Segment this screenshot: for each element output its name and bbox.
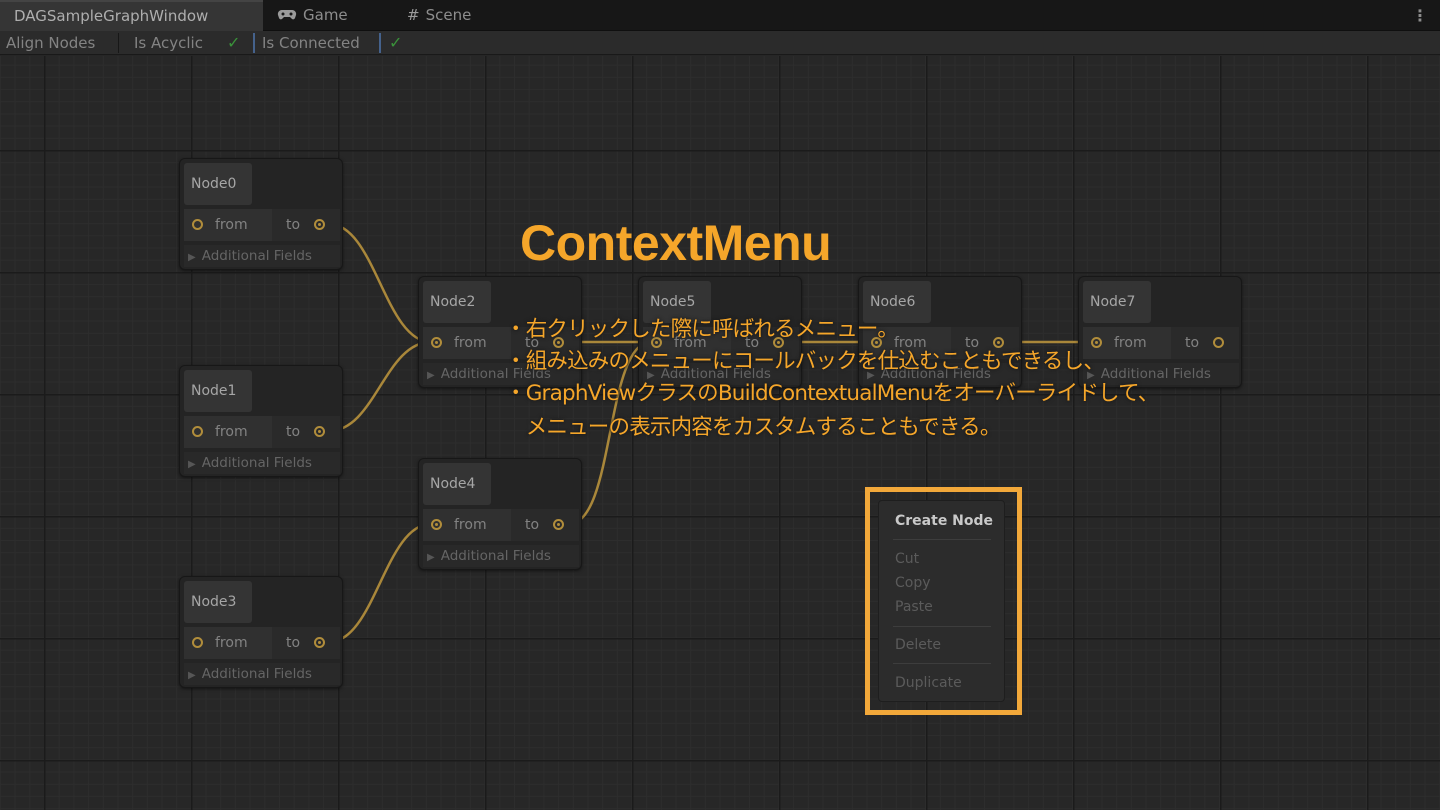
additional-fields-foldout[interactable]: ▶ Additional Fields <box>423 545 579 567</box>
port-connector-icon[interactable] <box>1213 337 1224 348</box>
output-port[interactable]: to <box>272 416 340 448</box>
port-label-from: from <box>454 335 487 351</box>
port-label-from: from <box>454 517 487 533</box>
port-connector-icon[interactable] <box>192 219 203 230</box>
port-label-from: from <box>1114 335 1147 351</box>
port-label-from: from <box>215 424 248 440</box>
output-port[interactable]: to <box>511 509 579 541</box>
input-port[interactable]: from <box>184 209 272 241</box>
foldout-arrow-icon: ▶ <box>427 370 435 381</box>
additional-fields-foldout[interactable]: ▶ Additional Fields <box>184 452 340 474</box>
port-connector-icon[interactable] <box>314 637 325 648</box>
edge-node3-node4 <box>327 522 433 644</box>
output-port[interactable]: to <box>272 627 340 659</box>
input-port[interactable]: from <box>423 509 511 541</box>
foldout-label: Additional Fields <box>201 455 312 471</box>
node-title: Node2 <box>423 281 491 323</box>
node-ports: from to <box>1083 327 1239 359</box>
input-port[interactable]: from <box>423 327 511 359</box>
node-title: Node7 <box>1083 281 1151 323</box>
annotation-line: メニューの表示内容をカスタムすることもできる。 <box>505 415 1002 440</box>
port-label-to: to <box>525 517 540 533</box>
node-ports: from to <box>184 627 340 659</box>
output-port[interactable]: to <box>1171 327 1239 359</box>
foldout-arrow-icon: ▶ <box>188 252 196 263</box>
node-title: Node3 <box>184 581 252 623</box>
port-label-to: to <box>286 635 301 651</box>
graph-node[interactable]: Node3 from to ▶ Additional Fields <box>179 576 343 688</box>
port-connector-icon[interactable] <box>431 519 442 530</box>
node-title: Node1 <box>184 370 252 412</box>
port-label-to: to <box>286 424 301 440</box>
port-connector-icon[interactable] <box>553 519 564 530</box>
port-label-to: to <box>286 217 301 233</box>
port-label-to: to <box>1185 335 1200 351</box>
port-label-from: from <box>215 217 248 233</box>
port-label-from: from <box>215 635 248 651</box>
annotation-line: ・右クリックした際に呼ばれるメニュー。 <box>505 317 899 342</box>
additional-fields-foldout[interactable]: ▶ Additional Fields <box>184 663 340 685</box>
annotation-line: ・組み込みのメニューにコールバックを仕込むこともできるし、 <box>505 349 1105 374</box>
foldout-arrow-icon: ▶ <box>188 459 196 470</box>
graph-node[interactable]: Node0 from to ▶ Additional Fields <box>179 158 343 270</box>
edge-node1-node2 <box>327 340 433 433</box>
node-ports: from to <box>184 416 340 448</box>
port-connector-icon[interactable] <box>314 219 325 230</box>
input-port[interactable]: from <box>184 416 272 448</box>
edge-node0-node2 <box>327 222 433 344</box>
port-connector-icon[interactable] <box>314 426 325 437</box>
foldout-label: Additional Fields <box>440 548 551 564</box>
node-title: Node4 <box>423 463 491 505</box>
port-connector-icon[interactable] <box>192 637 203 648</box>
node-ports: from to <box>184 209 340 241</box>
node-ports: from to <box>423 509 579 541</box>
context-menu-highlight-box <box>865 487 1022 715</box>
node-title: Node0 <box>184 163 252 205</box>
port-connector-icon[interactable] <box>431 337 442 348</box>
port-connector-icon[interactable] <box>192 426 203 437</box>
annotation-line: ・GraphViewクラスのBuildContextualMenuをオーバーライ… <box>505 381 1159 406</box>
output-port[interactable]: to <box>272 209 340 241</box>
annotation-title: ContextMenu <box>520 215 832 271</box>
additional-fields-foldout[interactable]: ▶ Additional Fields <box>184 245 340 267</box>
foldout-label: Additional Fields <box>201 666 312 682</box>
foldout-arrow-icon: ▶ <box>188 670 196 681</box>
foldout-label: Additional Fields <box>201 248 312 264</box>
input-port[interactable]: from <box>184 627 272 659</box>
graph-node[interactable]: Node4 from to ▶ Additional Fields <box>418 458 582 570</box>
graph-node[interactable]: Node1 from to ▶ Additional Fields <box>179 365 343 477</box>
foldout-arrow-icon: ▶ <box>427 552 435 563</box>
